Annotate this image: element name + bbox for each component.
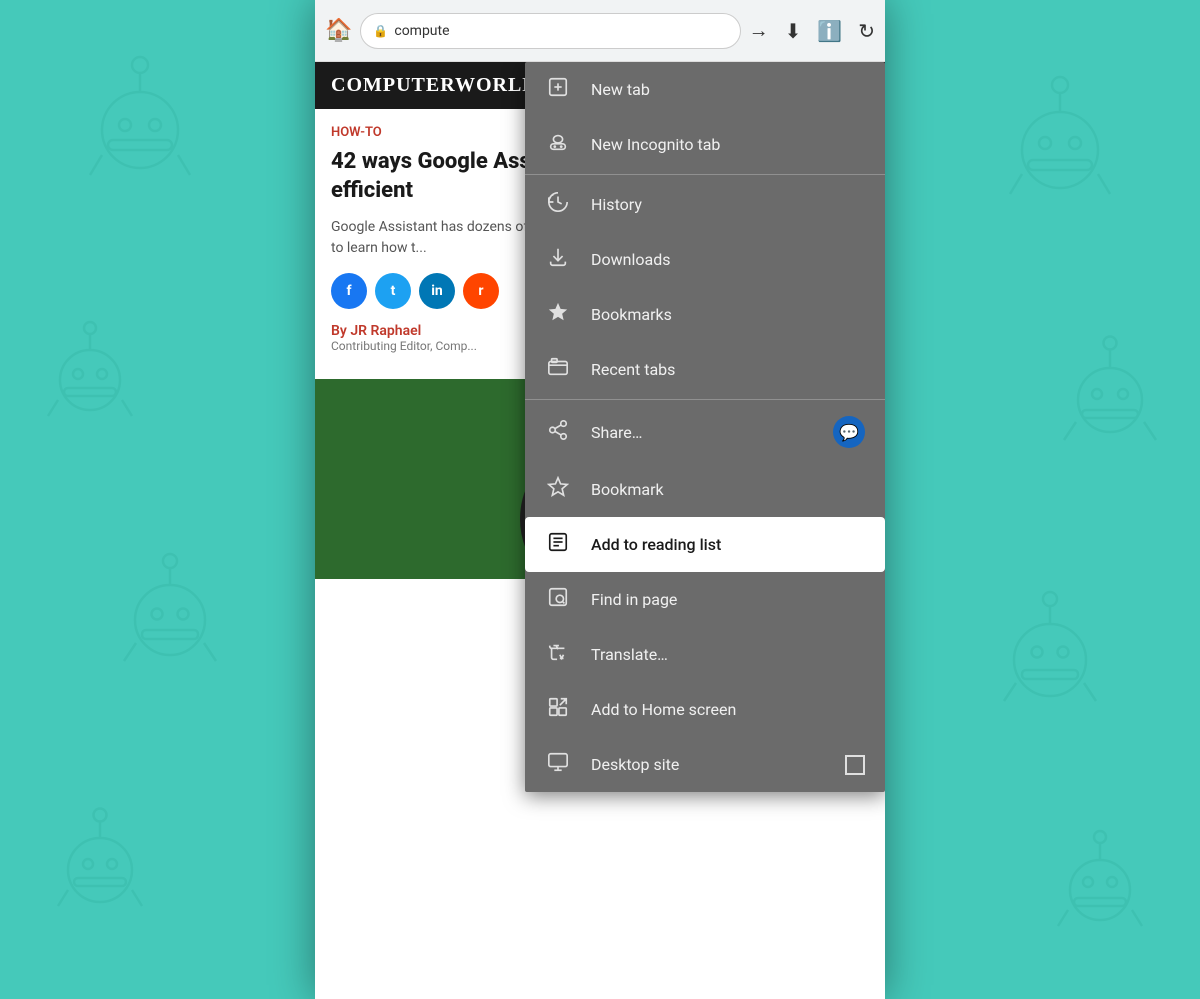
menu-item-find-in-page[interactable]: Find in page (525, 572, 885, 627)
add-home-icon (545, 696, 571, 723)
menu-item-history[interactable]: History (525, 177, 885, 232)
bookmarks-icon (545, 301, 571, 328)
desktop-site-checkbox[interactable] (845, 755, 865, 775)
new-tab-label: New tab (591, 80, 865, 99)
reading-list-icon (545, 531, 571, 558)
download-button[interactable]: ⬇ (785, 19, 802, 43)
phone-frame: 🏠 🔒 compute → ⬇ ℹ️ ↻ COMPUTERWORLD HOW-T… (315, 0, 885, 999)
translate-icon (545, 641, 571, 668)
bookmark-label: Bookmark (591, 480, 865, 499)
share-icon (545, 419, 571, 446)
separator-1 (525, 174, 885, 175)
share-label: Share… (591, 423, 813, 442)
history-label: History (591, 195, 865, 214)
menu-item-add-reading-list[interactable]: Add to reading list (525, 517, 885, 572)
context-menu: New tab New Incognito tab (525, 62, 885, 792)
desktop-site-icon (545, 751, 571, 778)
downloads-label: Downloads (591, 250, 865, 269)
menu-item-add-home-screen[interactable]: Add to Home screen (525, 682, 885, 737)
add-reading-list-label: Add to reading list (591, 535, 865, 554)
translate-label: Translate… (591, 645, 865, 664)
lock-icon: 🔒 (373, 24, 388, 38)
menu-item-downloads[interactable]: Downloads (525, 232, 885, 287)
menu-item-share[interactable]: Share… 💬 (525, 402, 885, 462)
separator-2 (525, 399, 885, 400)
menu-item-new-tab[interactable]: New tab (525, 62, 885, 117)
recent-tabs-icon (545, 356, 571, 383)
find-in-page-label: Find in page (591, 590, 865, 609)
desktop-site-label: Desktop site (591, 755, 825, 774)
url-text: compute (394, 23, 449, 39)
bookmarks-label: Bookmarks (591, 305, 865, 324)
add-home-screen-label: Add to Home screen (591, 700, 865, 719)
menu-item-translate[interactable]: Translate… (525, 627, 885, 682)
context-menu-overlay: New tab New Incognito tab (315, 62, 885, 999)
menu-item-new-incognito-tab[interactable]: New Incognito tab (525, 117, 885, 172)
incognito-icon (545, 131, 571, 158)
menu-item-bookmarks[interactable]: Bookmarks (525, 287, 885, 342)
new-tab-icon (545, 76, 571, 103)
refresh-button[interactable]: ↻ (858, 19, 875, 43)
browser-chrome: 🏠 🔒 compute → ⬇ ℹ️ ↻ (315, 0, 885, 62)
url-bar[interactable]: 🔒 compute (360, 13, 740, 49)
downloads-icon (545, 246, 571, 273)
menu-item-recent-tabs[interactable]: Recent tabs (525, 342, 885, 397)
forward-button[interactable]: → (749, 18, 769, 43)
new-incognito-tab-label: New Incognito tab (591, 135, 865, 154)
home-button[interactable]: 🏠 (325, 18, 352, 43)
menu-item-bookmark[interactable]: Bookmark (525, 462, 885, 517)
recent-tabs-label: Recent tabs (591, 360, 865, 379)
bookmark-icon (545, 476, 571, 503)
browser-nav-icons: → ⬇ ℹ️ ↻ (749, 18, 875, 43)
find-in-page-icon (545, 586, 571, 613)
share-badge: 💬 (833, 416, 865, 448)
history-icon (545, 191, 571, 218)
page-content: COMPUTERWORLD HOW-TO 42 ways Google Assi… (315, 62, 885, 999)
menu-item-desktop-site[interactable]: Desktop site (525, 737, 885, 792)
info-button[interactable]: ℹ️ (817, 19, 842, 43)
